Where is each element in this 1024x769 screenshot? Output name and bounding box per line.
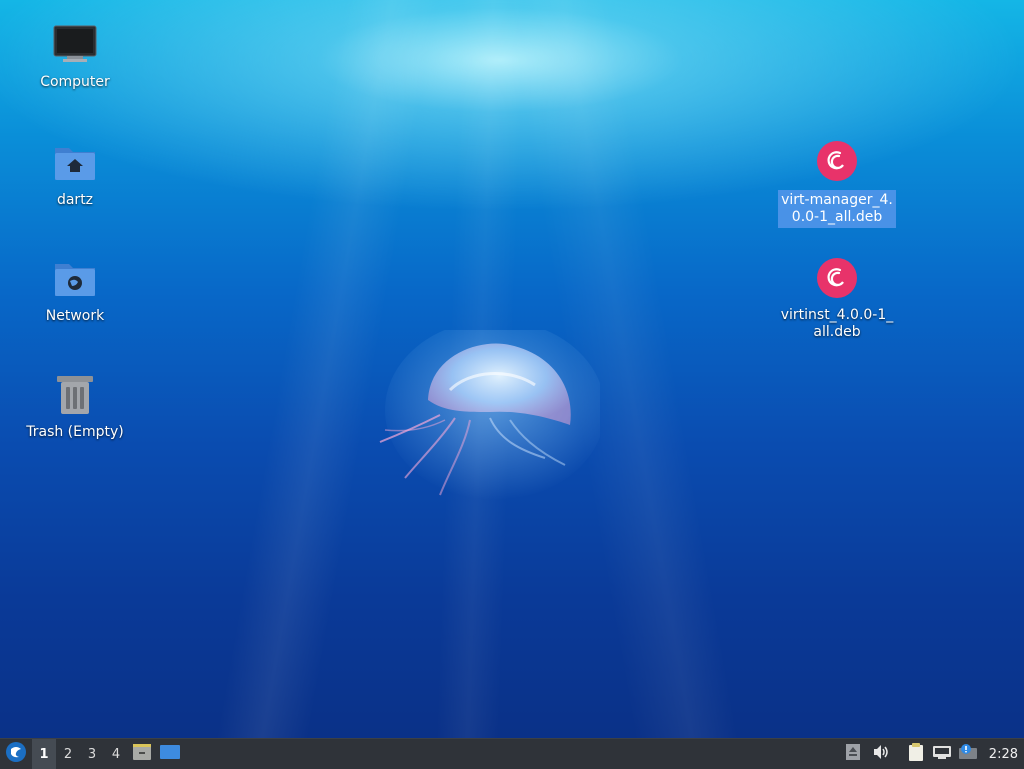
debian-package-icon — [813, 255, 861, 303]
network-folder-icon — [51, 256, 99, 304]
network-wired-icon — [932, 744, 952, 764]
home-folder-icon — [51, 140, 99, 188]
file-manager-launcher[interactable] — [128, 739, 156, 769]
clipboard-icon — [907, 742, 925, 766]
show-desktop-icon — [159, 743, 181, 765]
taskbar: 1 2 3 4 2:28 — [0, 738, 1024, 769]
volume-icon — [872, 744, 890, 764]
desktop-icon-computer[interactable]: Computer — [15, 22, 135, 91]
desktop-icon-label: virtinst_4.0.0-1_all.deb — [780, 307, 894, 340]
start-menu-button[interactable] — [0, 739, 32, 769]
eject-button[interactable] — [839, 739, 867, 769]
notification-button[interactable] — [955, 739, 981, 769]
network-status-button[interactable] — [929, 739, 955, 769]
trash-icon — [51, 372, 99, 420]
desktop-icon-label: virt-manager_4.0.0-1_all.deb — [778, 190, 896, 228]
clipboard-button[interactable] — [903, 739, 929, 769]
desktop-icon-label: Trash (Empty) — [26, 424, 124, 440]
desktop-icon-virtinst-deb[interactable]: virtinst_4.0.0-1_all.deb — [777, 255, 897, 341]
desktop-icon-label: Network — [45, 308, 105, 324]
jellyfish-wallpaper-art — [379, 330, 600, 500]
desktop-icon-network[interactable]: Network — [15, 256, 135, 325]
clock[interactable]: 2:28 — [981, 739, 1024, 769]
notification-icon — [958, 743, 978, 765]
workspace-3-button[interactable]: 3 — [80, 739, 104, 769]
desktop-icon-label: Computer — [40, 74, 110, 90]
desktop-icon-virt-manager-deb[interactable]: virt-manager_4.0.0-1_all.deb — [777, 138, 897, 228]
workspace-2-button[interactable]: 2 — [56, 739, 80, 769]
desktop-icon-label: dartz — [56, 192, 94, 208]
desktop-icon-trash[interactable]: Trash (Empty) — [15, 372, 135, 441]
volume-button[interactable] — [867, 739, 895, 769]
desktop-icon-home[interactable]: dartz — [15, 140, 135, 209]
show-desktop-button[interactable] — [156, 739, 184, 769]
eject-icon — [845, 743, 861, 765]
system-tray: 2:28 — [839, 739, 1024, 769]
monitor-icon — [51, 22, 99, 70]
workspace-4-button[interactable]: 4 — [104, 739, 128, 769]
lxqt-menu-icon — [5, 741, 27, 767]
file-manager-icon — [132, 742, 152, 766]
debian-package-icon — [813, 138, 861, 186]
workspace-1-button[interactable]: 1 — [32, 739, 56, 769]
